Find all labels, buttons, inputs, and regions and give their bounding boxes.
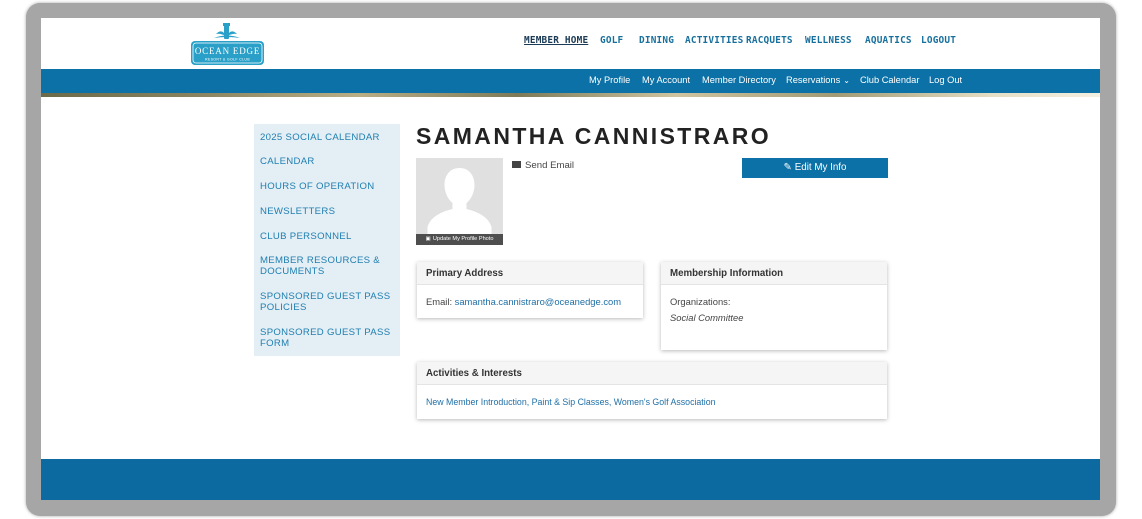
profile-photo[interactable]: ▣ Update My Profile Photo	[416, 158, 503, 245]
edit-my-info-label: Edit My Info	[794, 162, 847, 173]
card-title: Primary Address	[417, 262, 643, 285]
camera-icon: ▣	[425, 236, 431, 242]
update-photo-label: Update My Profile Photo	[432, 236, 494, 242]
email-link[interactable]: samantha.cannistraro@oceanedge.com	[455, 296, 621, 307]
nav-wellness[interactable]: WELLNESS	[805, 35, 852, 46]
chevron-down-icon: ⌄	[843, 76, 850, 85]
pencil-icon: ✎	[783, 162, 792, 173]
site-header: OCEAN EDGE RESORT & GOLF CLUB MEMBER HOM…	[41, 18, 1100, 69]
sidebar: 2025 SOCIAL CALENDAR CALENDAR HOURS OF O…	[254, 124, 400, 356]
subnav-member-directory[interactable]: Member Directory	[702, 75, 776, 85]
nav-golf[interactable]: GOLF	[600, 35, 623, 46]
sidebar-item-guest-pass-form[interactable]: SPONSORED GUEST PASS FORM	[260, 327, 395, 349]
update-photo-button[interactable]: ▣ Update My Profile Photo	[416, 234, 503, 245]
nav-member-home[interactable]: MEMBER HOME	[524, 35, 588, 46]
sidebar-item-hours[interactable]: HOURS OF OPERATION	[260, 181, 395, 192]
logo-subtext: RESORT & GOLF CLUB	[205, 58, 250, 62]
subnav-my-profile[interactable]: My Profile	[589, 75, 630, 85]
nav-aquatics[interactable]: AQUATICS	[865, 35, 912, 46]
browser-viewport: OCEAN EDGE RESORT & GOLF CLUB MEMBER HOM…	[41, 18, 1100, 500]
sub-nav: My Profile My Account Member Directory R…	[41, 69, 1100, 93]
sidebar-item-social-calendar[interactable]: 2025 SOCIAL CALENDAR	[260, 132, 395, 143]
nav-activities[interactable]: ACTIVITIES	[685, 35, 743, 46]
activities-interests-card: Activities & Interests New Member Introd…	[417, 362, 887, 419]
send-email-link[interactable]: Send Email	[512, 160, 574, 171]
membership-info-card: Membership Information Organizations: So…	[661, 262, 887, 350]
activities-value[interactable]: New Member Introduction, Paint & Sip Cla…	[426, 397, 716, 407]
primary-address-card: Primary Address Email: samantha.cannistr…	[417, 262, 643, 318]
nav-logout[interactable]: LOGOUT	[921, 35, 956, 46]
subnav-reservations-dropdown[interactable]: Reservations ⌄	[786, 75, 850, 85]
banner-image-strip	[41, 93, 1100, 97]
sidebar-item-club-personnel[interactable]: CLUB PERSONNEL	[260, 231, 395, 242]
email-row: Email: samantha.cannistraro@oceanedge.co…	[426, 296, 621, 307]
page-title: SAMANTHA CANNISTRARO	[416, 123, 772, 149]
nav-dining[interactable]: DINING	[639, 35, 674, 46]
sidebar-item-calendar[interactable]: CALENDAR	[260, 156, 395, 167]
card-title: Membership Information	[661, 262, 887, 285]
send-email-label: Send Email	[525, 160, 575, 171]
email-label: Email:	[426, 296, 453, 307]
edit-my-info-button[interactable]: ✎ Edit My Info	[742, 158, 888, 178]
sidebar-item-member-resources[interactable]: MEMBER RESOURCES & DOCUMENTS	[260, 255, 395, 277]
subnav-log-out[interactable]: Log Out	[929, 75, 962, 85]
sidebar-item-guest-pass-policies[interactable]: SPONSORED GUEST PASS POLICIES	[260, 291, 395, 313]
card-title: Activities & Interests	[417, 362, 887, 385]
subnav-reservations: Reservations	[786, 75, 841, 85]
organizations-value: Social Committee	[670, 312, 744, 323]
subnav-my-account[interactable]: My Account	[642, 75, 690, 85]
sidebar-item-newsletters[interactable]: NEWSLETTERS	[260, 206, 395, 217]
subnav-club-calendar[interactable]: Club Calendar	[860, 75, 919, 85]
main-nav: MEMBER HOME GOLF DINING ACTIVITIES RACQU…	[41, 35, 1100, 51]
site-footer	[41, 459, 1100, 500]
avatar-placeholder-icon	[427, 168, 492, 245]
envelope-icon	[512, 160, 521, 168]
organizations-label: Organizations:	[670, 296, 731, 307]
nav-racquets[interactable]: RACQUETS	[746, 35, 793, 46]
